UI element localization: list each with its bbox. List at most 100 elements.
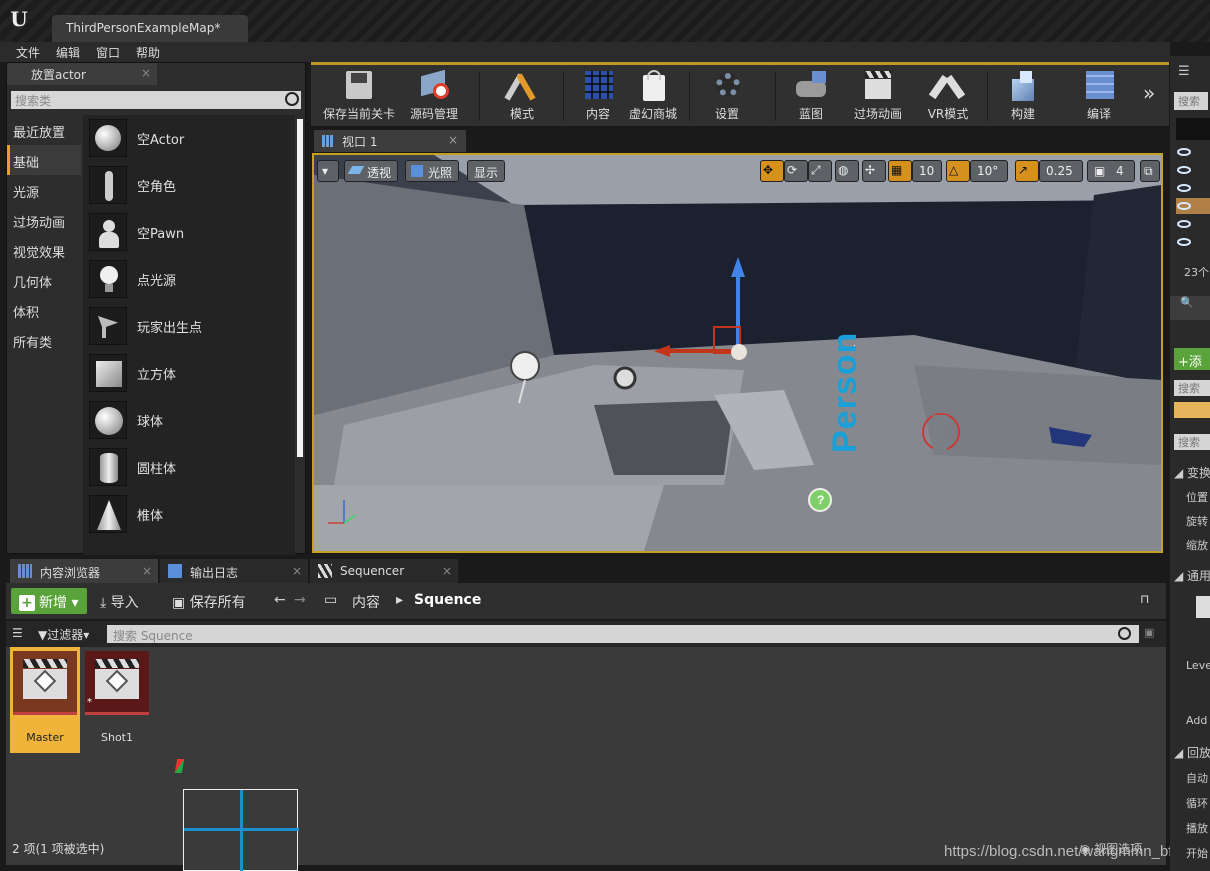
details-tab[interactable]: 🔍	[1170, 296, 1210, 320]
place-actor-tab[interactable]: 放置actor ×	[7, 63, 157, 85]
list-item[interactable]: 空Pawn	[83, 209, 295, 256]
tab-sequencer[interactable]: Sequencer ×	[310, 559, 458, 583]
blueprints-button[interactable]: 蓝图	[783, 69, 839, 122]
save-search-icon[interactable]: ▣	[1144, 626, 1154, 639]
eye-icon[interactable]	[1177, 184, 1191, 192]
category-recent[interactable]: 最近放置	[7, 115, 81, 145]
import-button[interactable]: ⤓ 导入	[100, 592, 139, 612]
list-item[interactable]: 点光源	[83, 256, 295, 303]
outliner-search-input[interactable]: 搜索	[1174, 92, 1208, 110]
category-volumes[interactable]: 体积	[7, 295, 81, 325]
help-icon[interactable]: ?	[817, 493, 824, 507]
tab-output-log[interactable]: 输出日志 ×	[160, 559, 308, 583]
world-space-icon[interactable]: ◍	[835, 160, 859, 182]
content-button[interactable]: 内容	[573, 69, 623, 122]
outliner-icon[interactable]: ☰	[1178, 64, 1210, 79]
category-visual-effects[interactable]: 视觉效果	[7, 235, 81, 265]
menu-edit[interactable]: 编辑	[48, 42, 88, 61]
show-button[interactable]: 显示	[467, 160, 506, 182]
back-icon[interactable]: ←	[274, 592, 286, 608]
grid-snap-icon[interactable]: ▦	[888, 160, 912, 182]
list-item[interactable]: 球体	[83, 397, 295, 444]
viewport-tab[interactable]: 视口 1 ×	[314, 130, 466, 152]
forward-icon[interactable]: →	[294, 592, 306, 608]
rotate-mode-icon[interactable]: ⟳	[784, 160, 808, 182]
scale-snap-value[interactable]: 0.25	[1039, 160, 1083, 182]
add-component-button[interactable]: +添	[1174, 348, 1210, 370]
eye-icon[interactable]	[1177, 238, 1191, 246]
close-icon[interactable]: ×	[442, 564, 452, 578]
category-basic[interactable]: 基础	[7, 145, 81, 175]
eye-icon[interactable]	[1177, 166, 1191, 174]
close-icon[interactable]: ×	[141, 66, 151, 80]
section-transform[interactable]: ◢ 变换	[1174, 464, 1210, 481]
perspective-button[interactable]: 透视	[344, 160, 399, 182]
gear-icon	[710, 69, 744, 101]
compile-button[interactable]: 编译	[1071, 69, 1127, 122]
modes-button[interactable]: 模式	[487, 69, 557, 122]
close-icon[interactable]: ×	[448, 133, 458, 147]
asset-search-input[interactable]: 搜索 Squence	[107, 625, 1139, 643]
move-mode-icon[interactable]: ✥	[760, 160, 784, 182]
filters-button[interactable]: ▼过滤器▾	[38, 626, 89, 643]
asset-master[interactable]: Master	[10, 647, 80, 753]
build-button[interactable]: 构建	[995, 69, 1051, 122]
scale-mode-icon[interactable]: ⤢	[808, 160, 832, 182]
rotation-snap-value[interactable]: 10°	[970, 160, 1008, 182]
list-item[interactable]: 空角色	[83, 162, 295, 209]
scrollbar[interactable]	[297, 119, 303, 457]
close-icon[interactable]: ×	[142, 564, 152, 578]
menu-file[interactable]: 文件	[8, 42, 48, 61]
eye-icon[interactable]	[1177, 202, 1191, 210]
menu-help[interactable]: 帮助	[128, 42, 168, 61]
camera-speed-button[interactable]: ▣ 4	[1087, 160, 1135, 182]
unreal-logo-icon[interactable]: U	[6, 6, 32, 32]
category-lights[interactable]: 光源	[7, 175, 81, 205]
surface-snap-icon[interactable]: ✢	[862, 160, 886, 182]
settings-button[interactable]: 设置	[697, 69, 757, 122]
component-search-input[interactable]: 搜索	[1174, 380, 1210, 396]
category-cinematic[interactable]: 过场动画	[7, 205, 81, 235]
grid-snap-value[interactable]: 10	[912, 160, 942, 182]
cinematics-button[interactable]: 过场动画	[847, 69, 909, 122]
breadcrumb-squence[interactable]: Squence	[414, 592, 481, 608]
details-search-input[interactable]: 搜索	[1174, 434, 1210, 450]
viewport[interactable]: Person ? ▾ 透视 光照 显示 ✥ ⟳ ⤢ ◍ ✢ ▦ 10 △ 10°…	[312, 153, 1163, 553]
component-row[interactable]	[1174, 402, 1210, 418]
thumbnail-box[interactable]	[1196, 596, 1210, 618]
list-item[interactable]: 空Actor	[83, 115, 295, 162]
list-item[interactable]: 圆柱体	[83, 444, 295, 491]
sources-toggle-icon[interactable]: ☰	[12, 626, 23, 640]
save-all-button[interactable]: ▣ 保存所有	[172, 592, 246, 612]
section-playback[interactable]: ◢ 回放	[1174, 744, 1210, 761]
category-all-classes[interactable]: 所有类	[7, 325, 81, 355]
category-geometry[interactable]: 几何体	[7, 265, 81, 295]
asset-shot1[interactable]: * Shot1	[82, 647, 152, 753]
lit-button[interactable]: 光照	[405, 160, 460, 182]
maximize-icon[interactable]: ⧉	[1140, 160, 1160, 182]
source-control-button[interactable]: 源码管理	[399, 69, 469, 122]
close-icon[interactable]: ×	[292, 564, 302, 578]
marketplace-button[interactable]: 虚幻商城	[625, 69, 681, 122]
section-common[interactable]: ◢ 通用	[1174, 567, 1210, 584]
eye-icon[interactable]	[1177, 148, 1191, 156]
menu-window[interactable]: 窗口	[88, 42, 128, 61]
toolbar-overflow-icon[interactable]: »	[1143, 81, 1155, 105]
list-item[interactable]: 立方体	[83, 350, 295, 397]
tab-label: 内容浏览器	[40, 566, 101, 580]
eye-icon[interactable]	[1177, 220, 1191, 228]
save-level-button[interactable]: 保存当前关卡	[317, 69, 401, 122]
list-item[interactable]: 玩家出生点	[83, 303, 295, 350]
add-new-button[interactable]: + 新增 ▾	[11, 588, 87, 614]
breadcrumb-content[interactable]: 内容	[352, 592, 380, 612]
rotation-snap-icon[interactable]: △	[946, 160, 970, 182]
map-tab[interactable]: ThirdPersonExampleMap*	[52, 15, 248, 42]
lock-icon[interactable]: ⊓	[1140, 592, 1149, 606]
tab-content-browser[interactable]: 内容浏览器 ×	[10, 559, 158, 583]
list-item[interactable]: 椎体	[83, 491, 295, 538]
clapperboard-icon	[318, 564, 332, 578]
viewport-options-button[interactable]: ▾	[317, 160, 339, 182]
vr-mode-button[interactable]: VR模式	[917, 69, 979, 122]
place-search-input[interactable]: 搜索类	[11, 91, 301, 109]
scale-snap-icon[interactable]: ↗	[1015, 160, 1039, 182]
